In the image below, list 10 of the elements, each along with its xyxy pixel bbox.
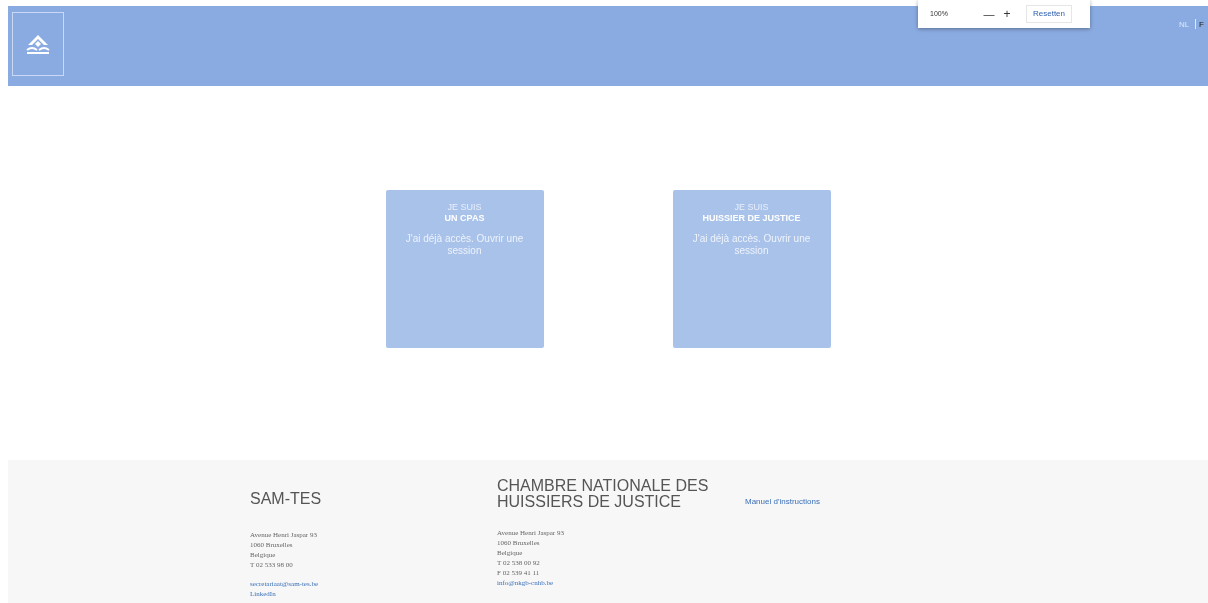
footer-title: CHAMBRE NATIONALE DES HUISSIERS DE JUSTICE: [497, 478, 710, 510]
card-title: UN CPAS: [444, 213, 485, 224]
logo-icon[interactable]: [12, 12, 64, 76]
zoom-out-button[interactable]: —: [982, 5, 996, 23]
language-link[interactable]: F: [1199, 19, 1204, 31]
manual-link[interactable]: Manuel d'instructions: [745, 496, 820, 506]
zoom-in-button[interactable]: +: [1000, 5, 1014, 23]
reset-button[interactable]: Resetten: [1026, 5, 1073, 23]
card-title: HUISSIER DE JUSTICE: [702, 213, 801, 224]
footer-title: SAM-TES: [250, 490, 323, 508]
